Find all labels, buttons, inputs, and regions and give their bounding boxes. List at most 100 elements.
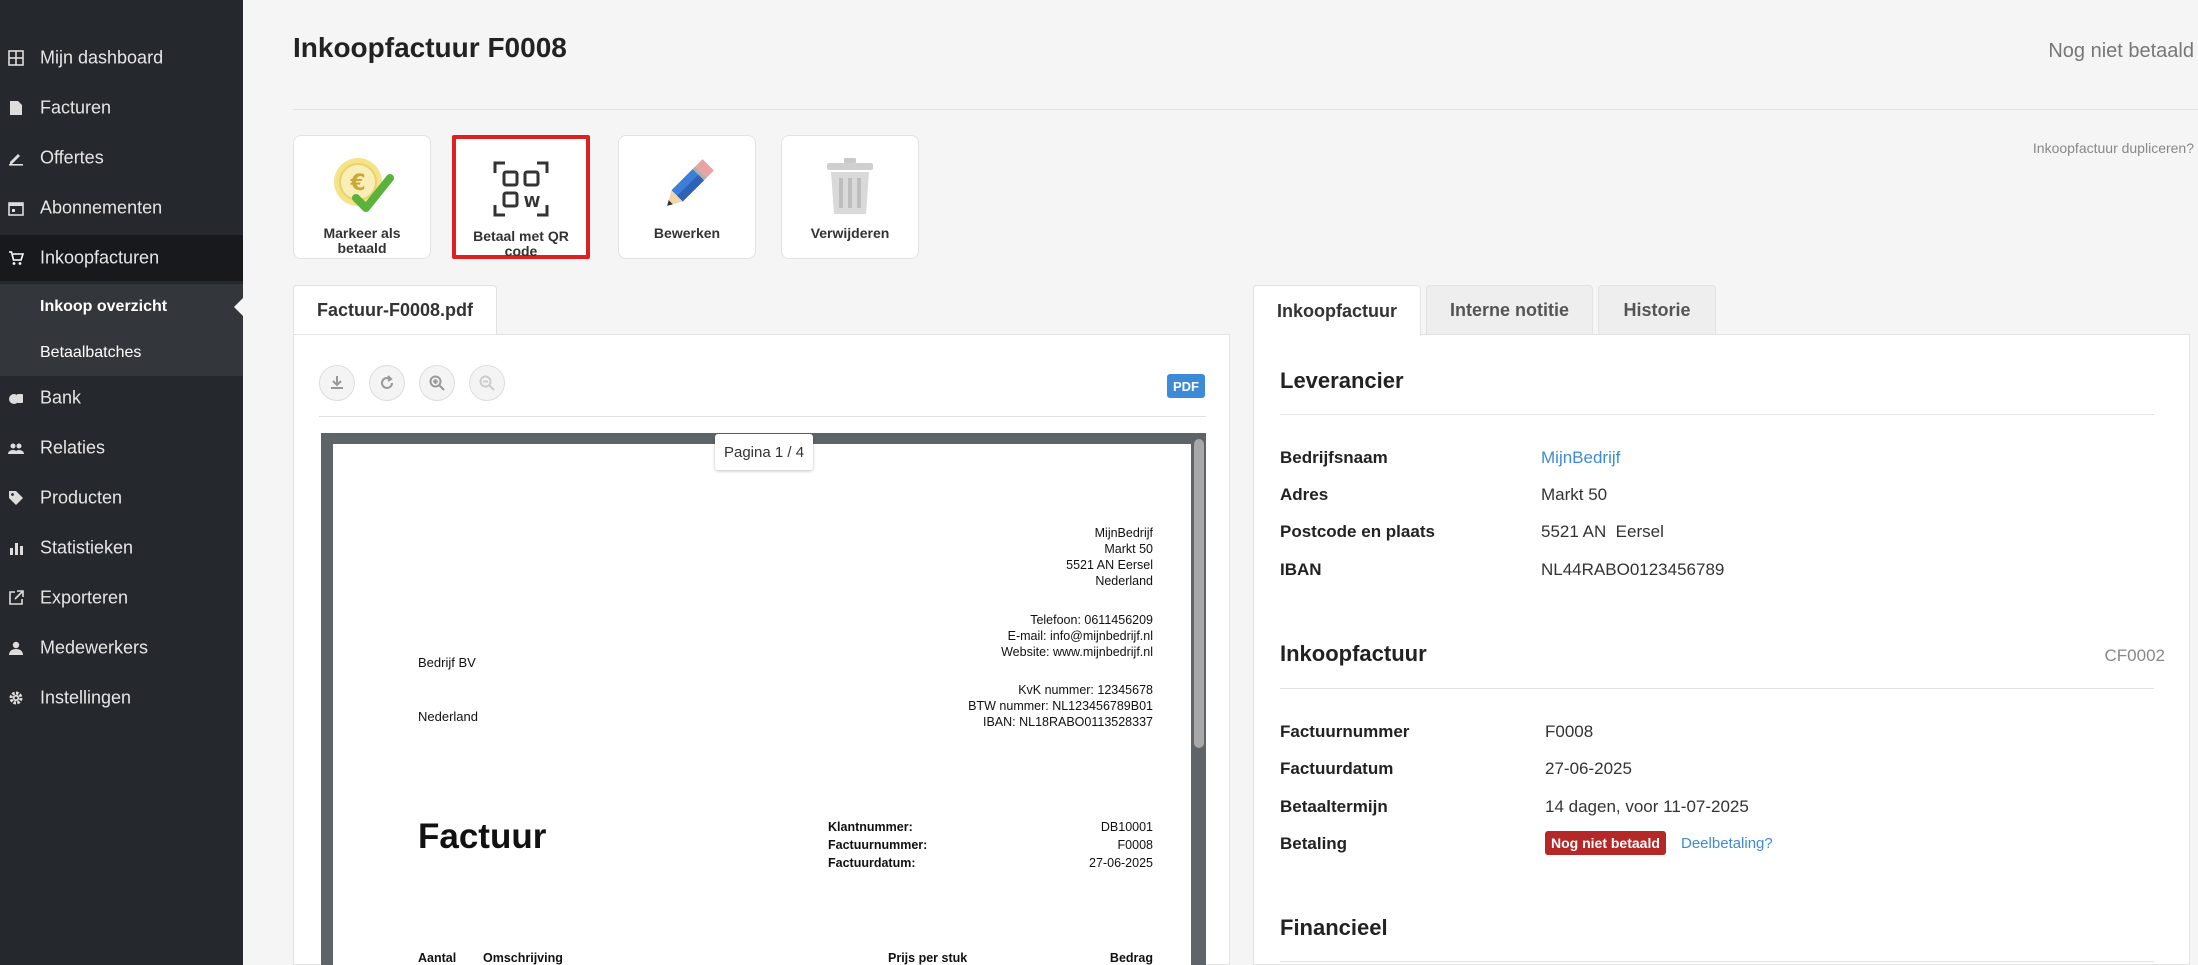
- sidebar-item-label: Bank: [40, 387, 82, 408]
- sidebar-item-label: Producten: [40, 487, 123, 508]
- svg-text:W: W: [524, 193, 541, 211]
- sidebar-item-producten[interactable]: Producten: [0, 475, 243, 521]
- sidebar-subitem-betaalbatches[interactable]: Betaalbatches: [0, 330, 243, 376]
- pay-qr-button[interactable]: W Betaal met QR code: [452, 135, 590, 259]
- sender-line: Markt 50: [1104, 542, 1153, 556]
- pdf-viewer[interactable]: MijnBedrijf Markt 50 5521 AN Eersel Nede…: [321, 433, 1206, 965]
- pdf-badge: PDF: [1167, 374, 1205, 398]
- supplier-address-label: Adres: [1280, 485, 1329, 504]
- euro-check-icon: €: [334, 158, 394, 212]
- edit-button[interactable]: Bewerken: [618, 135, 756, 259]
- document-heading: Factuur: [418, 817, 547, 856]
- pdf-scrollbar[interactable]: [1194, 439, 1204, 748]
- invoice-date-value: 27-06-2025: [1545, 759, 1632, 778]
- sidebar-item-label: Exporteren: [40, 587, 129, 608]
- mark-paid-button[interactable]: € Markeer als betaald: [293, 135, 431, 259]
- sidebar-item-bank[interactable]: Bank: [0, 375, 243, 421]
- meta-value: 27-06-2025: [1089, 856, 1153, 870]
- contact-line: E-mail: info@mijnbedrijf.nl: [1007, 629, 1153, 643]
- action-label: Markeer als betaald: [323, 225, 401, 256]
- sidebar-item-label: Instellingen: [40, 687, 132, 708]
- invoice-meta-labels: Klantnummer: Factuurnummer: Factuurdatum…: [828, 818, 927, 872]
- export-icon: [8, 590, 24, 606]
- svg-text:€: €: [349, 171, 365, 196]
- sidebar-item-relaties[interactable]: Relaties: [0, 425, 243, 471]
- payment-status-text: Nog niet betaald: [2048, 40, 2194, 62]
- action-label: Bewerken: [653, 225, 721, 241]
- sidebar-subitem-label: Inkoop overzicht: [40, 298, 168, 315]
- supplier-iban-label: IBAN: [1280, 560, 1322, 579]
- sidebar-subitem-inkoop-overzicht[interactable]: Inkoop overzicht: [0, 284, 243, 330]
- table-header-description: Omschrijving: [483, 951, 563, 965]
- table-header-amount: Bedrag: [1109, 951, 1153, 965]
- sidebar-item-medewerkers[interactable]: Medewerkers: [0, 625, 243, 671]
- zoom-out-button[interactable]: [469, 365, 505, 401]
- registration-line: IBAN: NL18RABO0113528337: [982, 715, 1153, 729]
- tab-inkoopfactuur[interactable]: Inkoopfactuur: [1253, 285, 1421, 336]
- meta-label: Factuurnummer:: [828, 838, 928, 852]
- table-header-unit-price: Prijs per stuk: [888, 951, 968, 965]
- sidebar: Mijn dashboard Facturen Offertes Abonnem…: [0, 0, 243, 965]
- sidebar-item-label: Statistieken: [40, 537, 134, 558]
- action-label: Betaal met QR code: [473, 228, 569, 259]
- sender-line: Nederland: [1095, 574, 1153, 588]
- supplier-name-link[interactable]: MijnBedrijf: [1541, 448, 1620, 468]
- download-button[interactable]: [319, 365, 355, 401]
- partial-payment-link[interactable]: Deelbetaling?: [1681, 835, 1773, 852]
- sidebar-item-label: Relaties: [40, 437, 106, 458]
- meta-value: DB10001: [1100, 820, 1153, 834]
- grid-icon: [8, 50, 24, 66]
- sidebar-item-offertes[interactable]: Offertes: [0, 135, 243, 181]
- rotate-button[interactable]: [369, 365, 405, 401]
- contact-line: Telefoon: 0611456209: [1030, 613, 1153, 627]
- zoom-in-button[interactable]: [419, 365, 455, 401]
- sidebar-item-label: Offertes: [40, 147, 104, 168]
- sender-line: 5521 AN Eersel: [1066, 558, 1153, 572]
- sidebar-item-label: Mijn dashboard: [40, 47, 164, 68]
- sidebar-item-inkoopfacturen[interactable]: Inkoopfacturen: [0, 235, 243, 281]
- pdf-toolbar: [319, 365, 505, 401]
- sender-line: MijnBedrijf: [1094, 526, 1153, 540]
- meta-label: Klantnummer:: [828, 820, 913, 834]
- meta-value: F0008: [1117, 838, 1153, 852]
- tab-historie[interactable]: Historie: [1598, 285, 1716, 335]
- payment-label: Betaling: [1280, 834, 1348, 853]
- tab-pdf-file[interactable]: Factuur-F0008.pdf: [293, 285, 497, 335]
- meta-label: Factuurdatum:: [828, 856, 916, 870]
- sidebar-item-instellingen[interactable]: Instellingen: [0, 675, 243, 721]
- page-title: Inkoopfactuur F0008: [293, 32, 567, 63]
- page-indicator: Pagina 1 / 4: [715, 434, 813, 470]
- sender-registration: KvK nummer: 12345678 BTW nummer: NL12345…: [713, 682, 1153, 730]
- invoice-meta-values: DB10001 F0008 27-06-2025: [993, 818, 1153, 872]
- sidebar-item-exporteren[interactable]: Exporteren: [0, 575, 243, 621]
- gear-icon: [8, 690, 24, 706]
- pencil-icon: [667, 159, 714, 206]
- bank-icon: [8, 390, 24, 406]
- document-icon: [8, 100, 24, 116]
- cart-icon: [8, 250, 24, 266]
- section-divider: [1280, 688, 2154, 689]
- registration-line: KvK nummer: 12345678: [1018, 683, 1153, 697]
- section-divider: [1280, 961, 2154, 962]
- invoice-code: CF0002: [2104, 646, 2165, 665]
- supplier-address-value: Markt 50: [1541, 485, 1608, 504]
- invoice-date-label: Factuurdatum: [1280, 759, 1394, 778]
- sidebar-subitem-label: Betaalbatches: [40, 344, 142, 361]
- contact-line: Website: www.mijnbedrijf.nl: [1001, 645, 1153, 659]
- sidebar-item-facturen[interactable]: Facturen: [0, 85, 243, 131]
- delete-button[interactable]: Verwijderen: [781, 135, 919, 259]
- tab-interne-notitie[interactable]: Interne notitie: [1426, 285, 1593, 335]
- pdf-page: MijnBedrijf Markt 50 5521 AN Eersel Nede…: [333, 444, 1191, 965]
- pdf-panel: PDF MijnBedrijf Markt 50 5521 AN Eersel …: [293, 334, 1230, 965]
- sidebar-item-statistieken[interactable]: Statistieken: [0, 525, 243, 571]
- pdf-toolbar-divider: [319, 416, 1206, 417]
- action-label: Verwijderen: [810, 225, 890, 241]
- sidebar-item-dashboard[interactable]: Mijn dashboard: [0, 35, 243, 81]
- invoice-number-value: F0008: [1545, 722, 1594, 741]
- invoice-number-label: Factuurnummer: [1280, 722, 1410, 741]
- sidebar-item-abonnementen[interactable]: Abonnementen: [0, 185, 243, 231]
- sidebar-item-label: Facturen: [40, 97, 112, 118]
- qr-code-icon: W: [493, 161, 549, 217]
- duplicate-invoice-link[interactable]: Inkoopfactuur dupliceren?: [2033, 140, 2194, 156]
- download-icon: [331, 376, 343, 389]
